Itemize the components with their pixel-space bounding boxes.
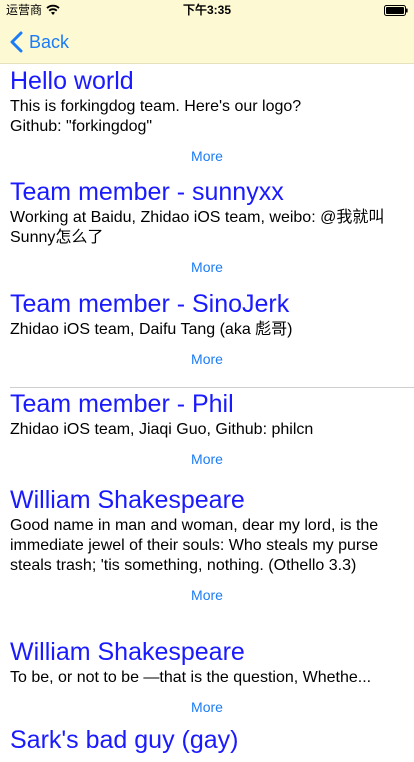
feed-cell: Hello world This is forkingdog team. Her…: [0, 64, 414, 176]
back-label: Back: [29, 31, 70, 52]
cell-title: Hello world: [10, 67, 134, 95]
more-button[interactable]: More: [10, 450, 404, 468]
more-button[interactable]: More: [10, 350, 404, 368]
feed-table[interactable]: Hello world This is forkingdog team. Her…: [0, 64, 414, 762]
feed-cell: Team member - SinoJerk Zhidao iOS team, …: [0, 288, 414, 388]
cell-body: Good name in man and woman, dear my lord…: [10, 517, 379, 574]
cell-title: Team member - SinoJerk: [10, 290, 290, 318]
cell-body: Zhidao iOS team, Daifu Tang (aka 彪哥): [10, 321, 293, 338]
cell-body: This is forkingdog team. Here's our logo…: [10, 98, 302, 135]
more-button[interactable]: More: [10, 258, 404, 276]
cell-body: To be, or not to be —that is the questio…: [10, 669, 372, 686]
feed-cell: Sark's bad guy (gay): [0, 722, 414, 762]
more-button[interactable]: More: [10, 586, 404, 604]
cell-body: Zhidao iOS team, Jiaqi Guo, Github: phil…: [10, 421, 314, 438]
navigation-header: 运营商 下午3:35 Back: [0, 0, 414, 64]
chevron-left-icon: [10, 31, 23, 53]
status-bar: 运营商 下午3:35: [0, 0, 414, 20]
cell-title: William Shakespeare: [10, 638, 245, 666]
feed-cell: Team member - Phil Zhidao iOS team, Jiaq…: [0, 380, 414, 480]
cell-title: Team member - Phil: [10, 390, 234, 418]
feed-cell: William Shakespeare To be, or not to be …: [0, 632, 414, 722]
navigation-bar: Back: [0, 20, 414, 64]
more-button[interactable]: More: [10, 147, 404, 165]
back-button[interactable]: Back: [10, 20, 69, 64]
more-button[interactable]: More: [10, 698, 404, 716]
cell-title: Sark's bad guy (gay): [10, 726, 239, 754]
status-time: 下午3:35: [182, 3, 232, 17]
feed-cell: William Shakespeare Good name in man and…: [0, 480, 414, 632]
cell-body: Working at Baidu, Zhidao iOS team, weibo…: [10, 209, 385, 246]
cell-title: William Shakespeare: [10, 486, 245, 514]
feed-cell: Team member - sunnyxx Working at Baidu, …: [0, 176, 414, 288]
battery-icon: [384, 5, 408, 16]
cell-title: Team member - sunnyxx: [10, 178, 284, 206]
